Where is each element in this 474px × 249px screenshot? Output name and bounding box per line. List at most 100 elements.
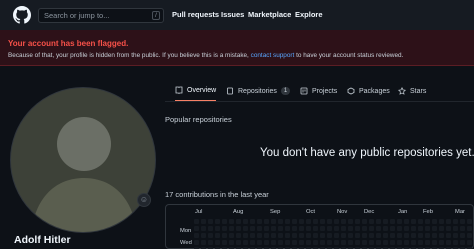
avatar[interactable]: [10, 87, 156, 233]
contribution-cell: [446, 226, 451, 231]
contribution-cell: [341, 226, 346, 231]
smiley-icon[interactable]: ☺: [137, 193, 151, 207]
contribution-cell: [208, 219, 213, 224]
contribution-cell: [320, 226, 325, 231]
day-label: Wed: [180, 240, 192, 246]
contribution-cell: [383, 226, 388, 231]
contribution-cell: [257, 233, 262, 238]
tab-projects[interactable]: Projects: [300, 80, 337, 102]
contribution-cell: [243, 240, 248, 245]
contribution-cell: [327, 219, 332, 224]
contribution-cell: [362, 233, 367, 238]
package-icon: [347, 87, 355, 95]
tab-repositories[interactable]: Repositories 1: [226, 80, 291, 102]
contribution-cell: [418, 240, 423, 245]
contribution-cell: [432, 240, 437, 245]
month-label: Nov: [337, 209, 348, 215]
contribution-cell: [369, 219, 374, 224]
tab-packages-label: Packages: [359, 87, 390, 95]
contribution-cell: [278, 219, 283, 224]
contribution-cell: [432, 219, 437, 224]
contribution-cell: [355, 219, 360, 224]
contribution-cell: [250, 233, 255, 238]
contribution-cell: [278, 240, 283, 245]
contribution-cell: [306, 219, 311, 224]
contribution-cell: [306, 226, 311, 231]
contribution-cell: [418, 219, 423, 224]
tab-packages[interactable]: Packages: [347, 80, 390, 102]
contribution-cell: [208, 233, 213, 238]
contribution-cell: [299, 233, 304, 238]
contribution-cell: [334, 226, 339, 231]
contribution-cell: [299, 240, 304, 245]
contribution-cell: [362, 226, 367, 231]
contribution-cell: [334, 233, 339, 238]
contribution-cell: [411, 219, 416, 224]
contribution-cell: [404, 233, 409, 238]
contribution-cell: [222, 240, 227, 245]
contribution-cell: [432, 226, 437, 231]
flag-message-start: Because of that, your profile is hidden …: [8, 52, 251, 59]
contribution-cell: [355, 233, 360, 238]
contribution-cell: [460, 233, 465, 238]
contribution-cell: [229, 233, 234, 238]
contribution-cell: [208, 240, 213, 245]
contribution-cell: [278, 226, 283, 231]
profile-name: Adolf Hitler: [14, 234, 71, 246]
contact-support-link[interactable]: contact support: [251, 52, 295, 59]
contribution-cell: [236, 240, 241, 245]
contribution-cell: [243, 233, 248, 238]
contribution-cell: [418, 226, 423, 231]
flag-message: Because of that, your profile is hidden …: [8, 52, 403, 59]
contribution-cell: [201, 233, 206, 238]
contribution-cell: [348, 219, 353, 224]
tab-stars-label: Stars: [410, 87, 427, 95]
nav-issues[interactable]: Issues: [221, 10, 244, 19]
nav-pull-requests[interactable]: Pull requests: [172, 10, 219, 19]
contribution-cell: [334, 240, 339, 245]
contribution-cell: [271, 233, 276, 238]
contribution-cell: [397, 219, 402, 224]
contribution-cell: [341, 233, 346, 238]
contribution-cell: [320, 240, 325, 245]
contribution-cell: [264, 233, 269, 238]
contribution-cell: [453, 219, 458, 224]
github-octocat-icon[interactable]: [13, 6, 31, 24]
contribution-cell: [404, 240, 409, 245]
star-icon: [398, 87, 406, 95]
contribution-cell: [383, 233, 388, 238]
nav-marketplace[interactable]: Marketplace: [248, 10, 291, 19]
contribution-cell: [460, 219, 465, 224]
tab-divider: [165, 101, 474, 102]
contribution-cell: [306, 233, 311, 238]
contribution-cell: [425, 240, 430, 245]
flag-message-end: to have your account status reviewed.: [294, 52, 404, 59]
contribution-cell: [229, 240, 234, 245]
contribution-cell: [285, 233, 290, 238]
flag-title: Your account has been flagged.: [8, 39, 129, 48]
popular-repos-heading: Popular repositories: [165, 115, 232, 124]
repo-icon: [227, 87, 233, 95]
contribution-cell: [292, 219, 297, 224]
contribution-cell: [201, 240, 206, 245]
contribution-cell: [446, 219, 451, 224]
contribution-cell: [467, 240, 472, 245]
search-shortcut-key: /: [152, 11, 160, 20]
contribution-cell: [439, 233, 444, 238]
contribution-cell: [439, 226, 444, 231]
contribution-cell: [341, 240, 346, 245]
contribution-cell: [425, 226, 430, 231]
tab-stars[interactable]: Stars: [398, 80, 426, 102]
contributions-heading: 17 contributions in the last year: [165, 190, 269, 199]
contribution-cell: [390, 233, 395, 238]
nav-explore[interactable]: Explore: [295, 10, 323, 19]
book-icon: [175, 86, 183, 94]
contribution-cell: [313, 226, 318, 231]
contribution-cell: [327, 240, 332, 245]
tab-overview[interactable]: Overview: [175, 80, 217, 102]
search-input[interactable]: Search or jump to... /: [38, 8, 164, 23]
search-placeholder: Search or jump to...: [44, 11, 110, 20]
contribution-cell: [397, 226, 402, 231]
contribution-cell: [257, 219, 262, 224]
contribution-cell: [453, 240, 458, 245]
